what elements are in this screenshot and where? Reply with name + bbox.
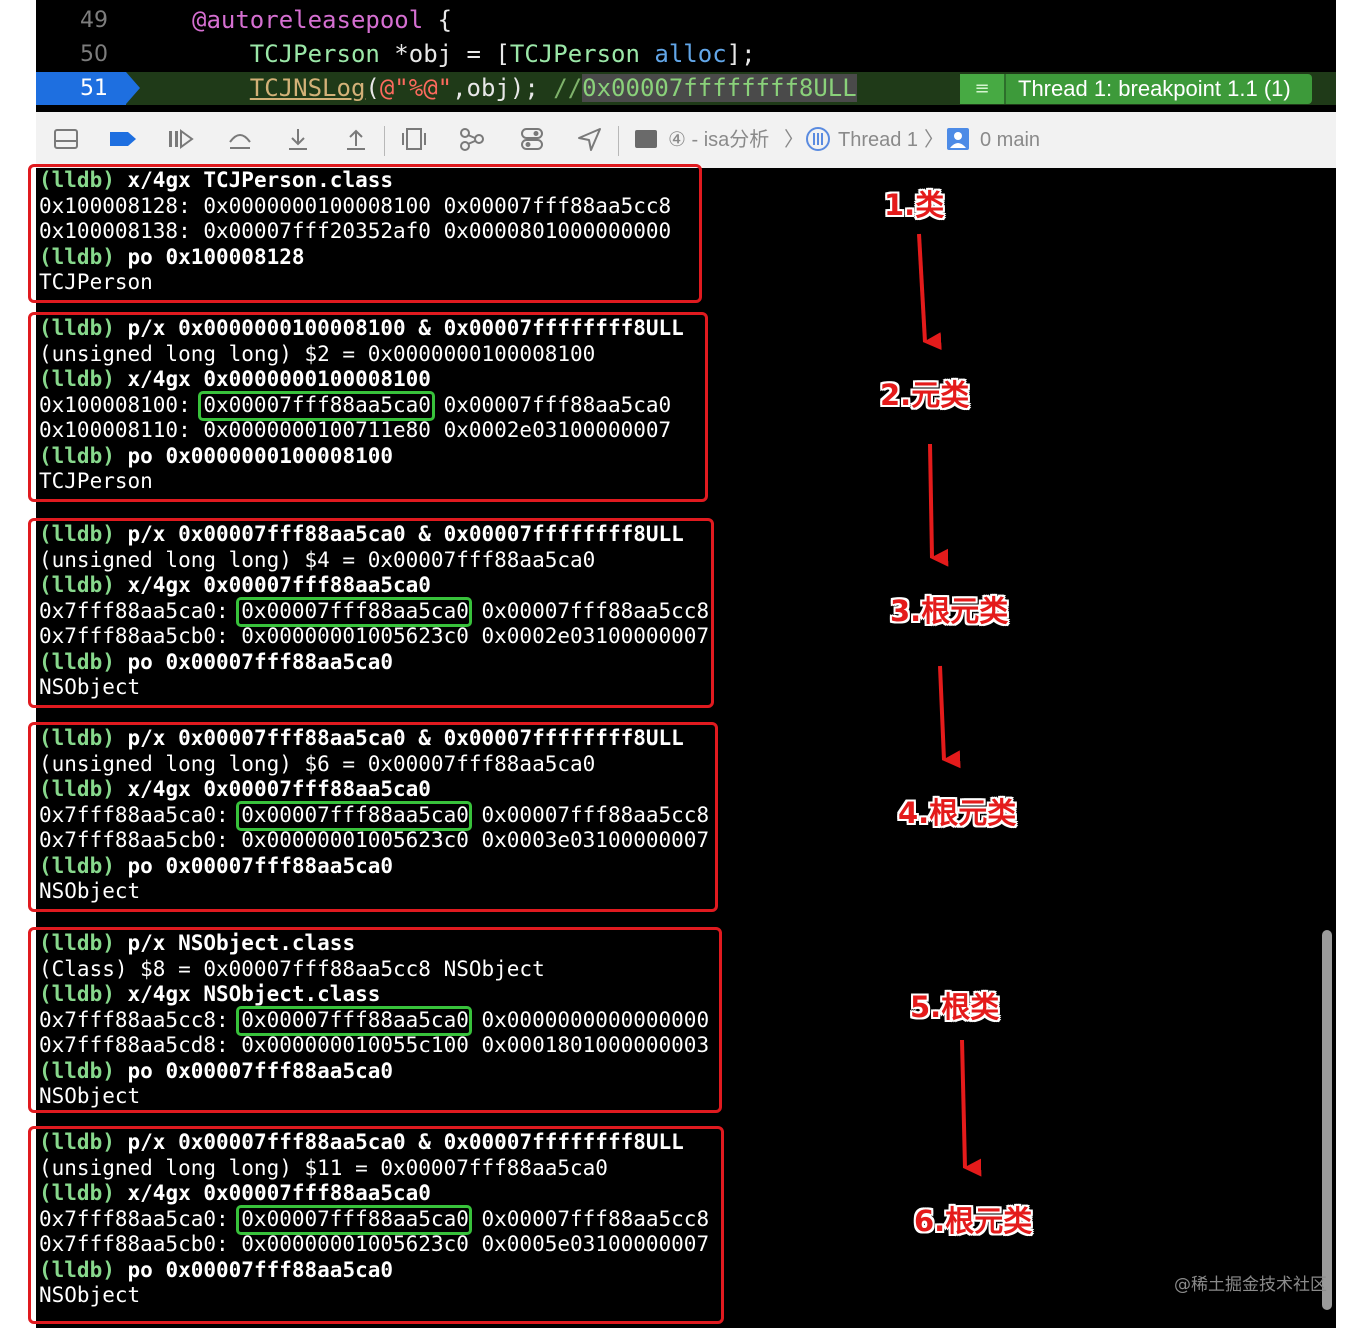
annotation-arrows (917, 233, 982, 1177)
console-scrollbar[interactable] (1322, 930, 1332, 1310)
annotation-label: 6.根元类 (914, 1204, 1033, 1238)
arrow-down-icon (917, 233, 942, 351)
line-number: 51 (80, 76, 108, 101)
annotation-label: 3.根元类 (890, 594, 1009, 628)
arrow-down-icon (928, 443, 949, 567)
annotation-label: 5.根类 (910, 990, 1000, 1024)
watermark: @稀土掘金技术社区 (1174, 1275, 1327, 1295)
arrow-down-icon (960, 1039, 982, 1177)
annotation-label: 2.元类 (880, 378, 970, 412)
arrow-down-icon (938, 665, 961, 769)
annotation-label: 4.根元类 (898, 796, 1017, 830)
annotation-label: 1.类 (884, 188, 945, 222)
